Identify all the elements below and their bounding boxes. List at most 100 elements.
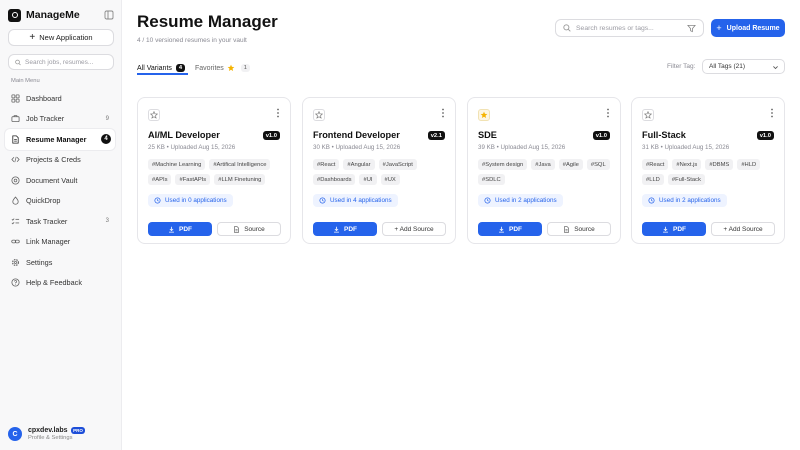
more-vertical-icon[interactable]	[441, 108, 445, 118]
source-button[interactable]: Source	[217, 222, 281, 236]
tag[interactable]: #React	[313, 159, 340, 170]
add-source-button[interactable]: + Add Source	[382, 222, 446, 236]
filter-tag-select[interactable]: All Tags (21)	[702, 59, 785, 74]
sidebar-item-label: Task Tracker	[26, 216, 68, 226]
add-source-button[interactable]: + Add Source	[711, 222, 775, 236]
tag[interactable]: #System design	[478, 159, 528, 170]
sidebar-item-label: Dashboard	[26, 93, 62, 103]
sidebar-item-dashboard[interactable]: Dashboard	[5, 88, 115, 109]
sidebar-item-settings[interactable]: Settings	[5, 252, 115, 273]
source-label: Source	[574, 225, 595, 233]
sidebar-item-label: Settings	[26, 257, 53, 267]
main-menu-label: Main Menu	[11, 78, 40, 84]
history-icon	[154, 197, 161, 204]
download-icon	[663, 226, 668, 233]
resume-title: AI/ML Developer	[148, 130, 220, 140]
tag[interactable]: #HLD	[737, 159, 761, 170]
tag[interactable]: #Machine Learning	[148, 159, 206, 170]
tag[interactable]: #APIs	[148, 174, 172, 185]
tag[interactable]: #UI	[359, 174, 377, 185]
source-label: + Add Source	[723, 225, 763, 233]
tag-list: #Machine Learning #Artifical Intelligenc…	[148, 159, 284, 185]
tag[interactable]: #Artifical Intelligence	[209, 159, 271, 170]
tab-favorites[interactable]: Favorites 1	[195, 62, 251, 74]
tag[interactable]: #Agile	[558, 159, 583, 170]
upload-resume-button[interactable]: + Upload Resume	[711, 19, 785, 37]
pdf-download-button[interactable]: PDF	[642, 222, 706, 236]
vault-icon	[11, 176, 20, 185]
source-button[interactable]: Source	[547, 222, 611, 236]
job-tracker-count: 9	[105, 115, 109, 122]
pdf-label: PDF	[344, 225, 357, 233]
favorite-toggle[interactable]	[642, 109, 654, 121]
sidebar-item-link-manager[interactable]: Link Manager	[5, 232, 115, 253]
tag[interactable]: #Dashboards	[313, 174, 356, 185]
tag[interactable]: #LLD	[642, 174, 664, 185]
more-vertical-icon[interactable]	[606, 108, 610, 118]
sidebar-item-help[interactable]: Help & Feedback	[5, 273, 115, 294]
resume-search-input[interactable]	[576, 24, 686, 32]
resume-search[interactable]	[555, 19, 704, 37]
sidebar-search[interactable]	[8, 54, 114, 70]
profile[interactable]: C cpxdev.labs PRO Profile & Settings	[8, 425, 114, 443]
star-filled-icon	[480, 111, 488, 119]
pdf-download-button[interactable]: PDF	[148, 222, 212, 236]
tag[interactable]: #LLM Finetuning	[214, 174, 266, 185]
sidebar-item-document-vault[interactable]: Document Vault	[5, 170, 115, 191]
resume-card[interactable]: Full-Stack v1.0 31 KB • Uploaded Aug 15,…	[631, 97, 785, 244]
resume-card[interactable]: AI/ML Developer v1.0 25 KB • Uploaded Au…	[137, 97, 291, 244]
search-icon	[15, 59, 21, 65]
pdf-download-button[interactable]: PDF	[478, 222, 542, 236]
new-application-button[interactable]: + New Application	[8, 29, 114, 46]
active-tab-indicator	[137, 73, 188, 75]
help-icon	[11, 278, 20, 287]
resume-card[interactable]: SDE v1.0 39 KB • Uploaded Aug 15, 2026 #…	[467, 97, 621, 244]
page-subtitle: 4 / 10 versioned resumes in your vault	[137, 37, 247, 44]
tag[interactable]: #UX	[380, 174, 400, 185]
usage-badge[interactable]: Used in 2 applications	[642, 194, 727, 207]
file-icon	[564, 225, 570, 233]
favorite-toggle[interactable]	[478, 109, 490, 121]
sidebar-collapse-icon[interactable]	[104, 10, 114, 20]
more-vertical-icon[interactable]	[276, 108, 280, 118]
sidebar-item-label: QuickDrop	[26, 196, 61, 206]
sidebar-item-label: Help & Feedback	[26, 278, 82, 288]
tag[interactable]: #Angular	[343, 159, 375, 170]
tag[interactable]: #SDLC	[478, 174, 505, 185]
sidebar-item-resume-manager[interactable]: Resume Manager 4	[5, 129, 115, 150]
app-name: ManageMe	[26, 9, 80, 21]
usage-badge[interactable]: Used in 4 applications	[313, 194, 398, 207]
sidebar-item-quickdrop[interactable]: QuickDrop	[5, 191, 115, 212]
file-icon	[12, 135, 19, 144]
sidebar-item-job-tracker[interactable]: Job Tracker 9	[5, 109, 115, 130]
sidebar-item-projects[interactable]: Projects & Creds	[5, 150, 115, 171]
code-icon	[11, 156, 20, 163]
tag[interactable]: #DBMS	[705, 159, 734, 170]
dashboard-icon	[11, 94, 20, 103]
tag[interactable]: #SQL	[586, 159, 610, 170]
favorite-toggle[interactable]	[313, 109, 325, 121]
pdf-download-button[interactable]: PDF	[313, 222, 377, 236]
usage-badge[interactable]: Used in 2 applications	[478, 194, 563, 207]
sidebar-item-task-tracker[interactable]: Task Tracker 3	[5, 211, 115, 232]
sidebar-search-input[interactable]	[25, 58, 113, 66]
tag[interactable]: #FastAPIs	[175, 174, 211, 185]
resume-card[interactable]: Frontend Developer v2.1 30 KB • Uploaded…	[302, 97, 456, 244]
logo-icon	[8, 8, 21, 22]
filter-icon[interactable]	[687, 24, 696, 33]
tag[interactable]: #Java	[531, 159, 555, 170]
sidebar-item-label: Job Tracker	[26, 114, 65, 124]
more-vertical-icon[interactable]	[770, 108, 774, 118]
tag[interactable]: #Next.js	[672, 159, 702, 170]
tag[interactable]: #Full-Stack	[667, 174, 705, 185]
usage-text: Used in 0 applications	[165, 197, 227, 204]
tab-all-label: All Variants	[137, 64, 172, 72]
usage-badge[interactable]: Used in 0 applications	[148, 194, 233, 207]
resume-title: Full-Stack	[642, 130, 686, 140]
resume-meta: 39 KB • Uploaded Aug 15, 2026	[478, 144, 566, 151]
tag[interactable]: #React	[642, 159, 669, 170]
history-icon	[648, 197, 655, 204]
tag[interactable]: #JavaScript	[378, 159, 417, 170]
favorite-toggle[interactable]	[148, 109, 160, 121]
star-outline-icon	[315, 111, 323, 119]
